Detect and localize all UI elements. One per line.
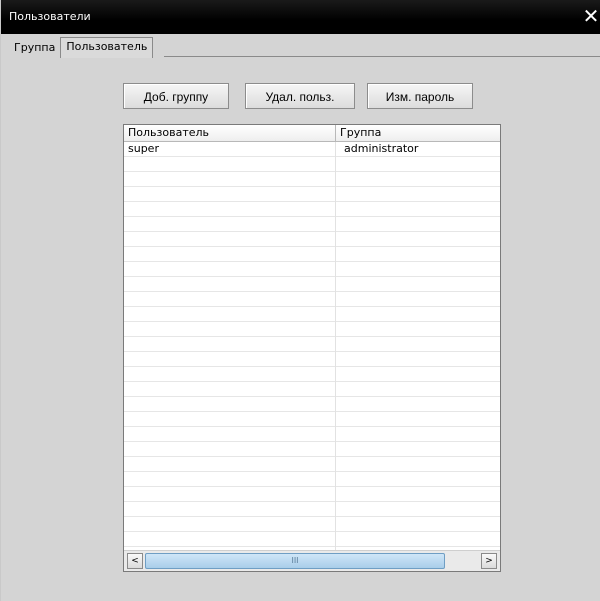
- change-password-button[interactable]: Изм. пароль: [367, 83, 473, 109]
- column-header-user[interactable]: Пользователь: [124, 125, 336, 141]
- tab-divider: [164, 56, 600, 57]
- users-window: Пользователи ✕ Группа Пользователь Доб. …: [0, 0, 600, 601]
- horizontal-scrollbar[interactable]: < III >: [124, 550, 500, 571]
- table-header: Пользователь Группа: [124, 125, 500, 142]
- tab-user[interactable]: Пользователь: [60, 37, 154, 58]
- window-title: Пользователи: [9, 10, 91, 23]
- users-table[interactable]: Пользователь Группа super administrator …: [123, 124, 501, 572]
- close-icon[interactable]: ✕: [581, 4, 600, 28]
- scrollbar-thumb[interactable]: III: [145, 553, 445, 569]
- tab-bar: Группа Пользователь: [9, 37, 154, 58]
- scroll-right-icon[interactable]: >: [481, 553, 497, 569]
- add-group-button[interactable]: Доб. группу: [123, 83, 229, 109]
- tab-group[interactable]: Группа: [9, 39, 60, 58]
- column-header-group[interactable]: Группа: [336, 125, 500, 141]
- cell-user: super: [128, 142, 159, 155]
- title-bar: Пользователи ✕: [1, 0, 600, 34]
- scroll-left-icon[interactable]: <: [127, 553, 143, 569]
- cell-group: administrator: [344, 142, 419, 155]
- column-divider: [335, 142, 336, 550]
- delete-user-button[interactable]: Удал. польз.: [245, 83, 355, 109]
- table-row[interactable]: super administrator: [124, 142, 500, 157]
- table-body: super administrator: [124, 142, 500, 550]
